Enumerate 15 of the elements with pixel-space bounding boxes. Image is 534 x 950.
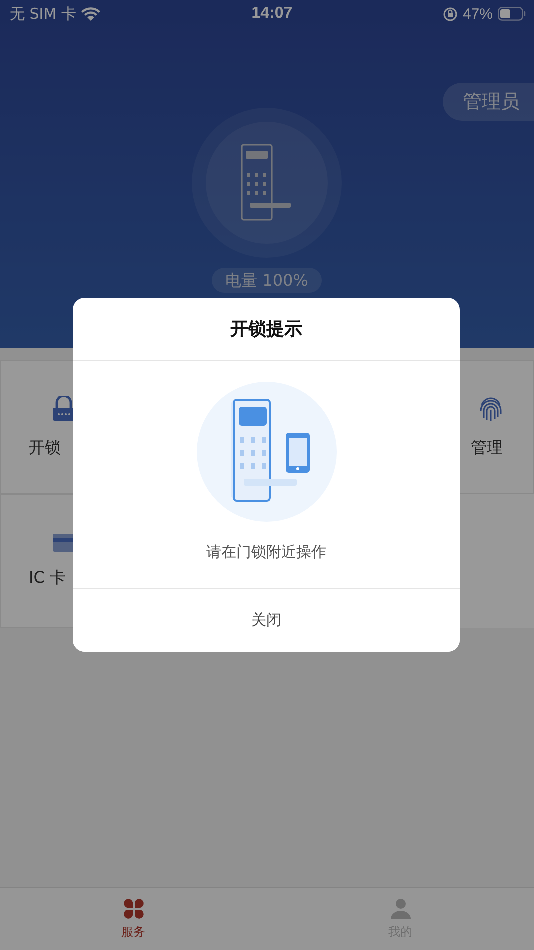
clock-time: 14:07 bbox=[252, 5, 293, 23]
dialog-title: 开锁提示 bbox=[73, 298, 460, 361]
tab-item[interactable]: 服务 bbox=[0, 888, 267, 950]
clover-icon bbox=[122, 898, 144, 920]
battery-percent: 47% bbox=[462, 6, 493, 22]
tile-label: IC 卡 bbox=[29, 568, 66, 588]
rotation-lock-icon bbox=[442, 6, 458, 22]
carrier-label: 无 SIM 卡 bbox=[10, 4, 76, 24]
dialog-message: 请在门锁附近操作 bbox=[206, 543, 326, 562]
tile-label: 开锁 bbox=[29, 438, 61, 458]
wifi-icon bbox=[81, 6, 102, 22]
tile-label: 管理 bbox=[471, 438, 503, 458]
person-icon bbox=[390, 898, 412, 920]
fingerprint-icon bbox=[479, 396, 503, 422]
door-lock-icon bbox=[241, 144, 293, 222]
